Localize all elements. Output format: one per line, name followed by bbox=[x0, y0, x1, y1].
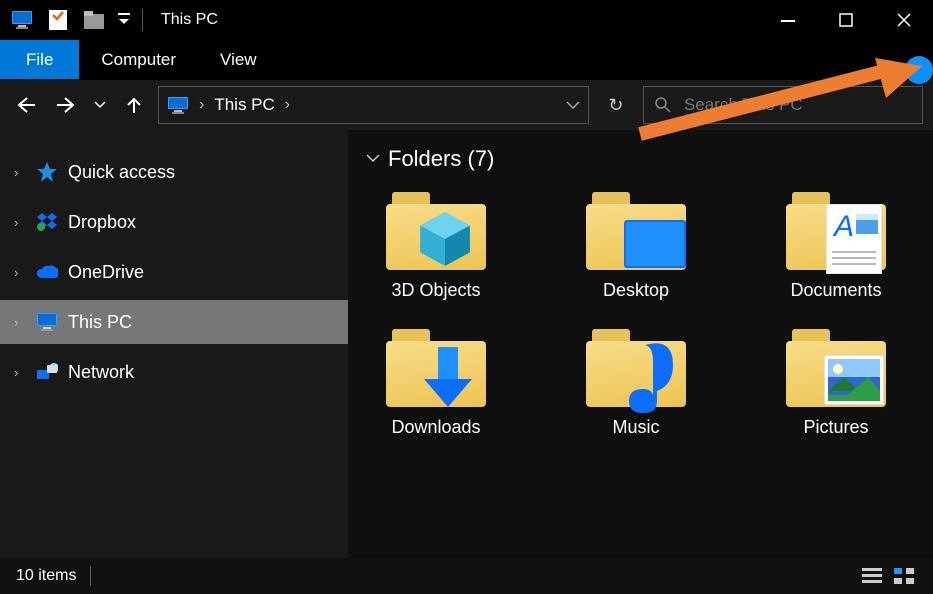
sidebar-item-label: Dropbox bbox=[68, 212, 136, 233]
address-bar[interactable]: › This PC › bbox=[158, 86, 589, 124]
chevron-right-icon: › bbox=[199, 96, 204, 114]
chevron-down-icon bbox=[366, 154, 380, 164]
sidebar-item-network[interactable]: › Network bbox=[0, 350, 348, 394]
tab-computer[interactable]: Computer bbox=[79, 40, 198, 79]
pc-icon bbox=[36, 311, 58, 333]
quick-access-toolbar bbox=[0, 9, 153, 31]
pc-icon bbox=[167, 96, 189, 114]
folder-pictures[interactable]: Pictures bbox=[766, 327, 906, 438]
status-bar: 10 items bbox=[0, 558, 933, 594]
forward-button[interactable] bbox=[50, 89, 82, 121]
maximize-button[interactable] bbox=[817, 0, 875, 40]
folder-label: Documents bbox=[790, 280, 881, 301]
history-dropdown[interactable] bbox=[90, 89, 110, 121]
dropbox-icon bbox=[36, 211, 58, 233]
qat-dropdown-icon[interactable] bbox=[118, 13, 130, 27]
folder-grid: 3D Objects Desktop A Docume bbox=[366, 190, 915, 438]
title-bar: This PC bbox=[0, 0, 933, 40]
details-view-button[interactable] bbox=[859, 565, 885, 587]
folder-icon: A bbox=[786, 190, 886, 270]
separator bbox=[90, 566, 91, 586]
cloud-icon bbox=[36, 261, 58, 283]
chevron-right-icon[interactable]: › bbox=[14, 215, 26, 230]
folder-label: Desktop bbox=[603, 280, 669, 301]
body: › Quick access › Dropbox › OneDrive › Th… bbox=[0, 130, 933, 558]
minimize-button[interactable] bbox=[759, 0, 817, 40]
folder-downloads[interactable]: Downloads bbox=[366, 327, 506, 438]
refresh-button[interactable]: ↻ bbox=[597, 86, 635, 124]
folder-documents[interactable]: A Documents bbox=[766, 190, 906, 301]
chevron-right-icon[interactable]: › bbox=[14, 265, 26, 280]
window-title: This PC bbox=[161, 11, 218, 29]
help-icon[interactable] bbox=[905, 56, 933, 84]
section-header[interactable]: Folders (7) bbox=[366, 146, 915, 172]
chevron-right-icon[interactable]: › bbox=[14, 165, 26, 180]
sidebar-item-label: Quick access bbox=[68, 162, 175, 183]
folder-label: Music bbox=[612, 417, 659, 438]
up-button[interactable] bbox=[118, 89, 150, 121]
back-button[interactable] bbox=[10, 89, 42, 121]
svg-text:A: A bbox=[832, 210, 854, 243]
navigation-bar: › This PC › ↻ bbox=[0, 80, 933, 130]
tab-label: Computer bbox=[101, 50, 176, 70]
navigation-pane: › Quick access › Dropbox › OneDrive › Th… bbox=[0, 130, 348, 558]
folder-label: Pictures bbox=[803, 417, 868, 438]
folder-icon bbox=[586, 190, 686, 270]
address-dropdown-icon[interactable] bbox=[566, 101, 580, 109]
star-icon bbox=[36, 161, 58, 183]
sidebar-item-onedrive[interactable]: › OneDrive bbox=[0, 250, 348, 294]
file-tab[interactable]: File bbox=[0, 40, 79, 79]
file-tab-label: File bbox=[26, 50, 53, 70]
folder-music[interactable]: Music bbox=[566, 327, 706, 438]
folder-label: 3D Objects bbox=[391, 280, 480, 301]
folder-icon bbox=[786, 327, 886, 407]
folder-icon bbox=[386, 190, 486, 270]
separator bbox=[142, 9, 143, 31]
sidebar-item-label: OneDrive bbox=[68, 262, 144, 283]
content-pane: Folders (7) 3D Objects bbox=[348, 130, 933, 558]
chevron-right-icon[interactable]: › bbox=[14, 365, 26, 380]
item-count: 10 items bbox=[16, 567, 76, 585]
folder-icon bbox=[386, 327, 486, 407]
sidebar-item-label: This PC bbox=[68, 312, 132, 333]
sidebar-item-this-pc[interactable]: › This PC bbox=[0, 300, 348, 344]
window-controls bbox=[759, 0, 933, 40]
tab-view[interactable]: View bbox=[198, 40, 279, 79]
folder-icon bbox=[586, 327, 686, 407]
sidebar-item-quick-access[interactable]: › Quick access bbox=[0, 150, 348, 194]
pc-icon bbox=[10, 9, 34, 31]
properties-icon[interactable] bbox=[46, 9, 70, 31]
new-folder-icon[interactable] bbox=[82, 9, 106, 31]
folder-label: Downloads bbox=[391, 417, 480, 438]
ribbon-tabs: File Computer View bbox=[0, 40, 933, 80]
sidebar-item-label: Network bbox=[68, 362, 134, 383]
address-text: This PC bbox=[214, 95, 274, 115]
large-icons-view-button[interactable] bbox=[891, 565, 917, 587]
network-icon bbox=[36, 361, 58, 383]
search-input[interactable] bbox=[682, 94, 912, 116]
chevron-right-icon[interactable]: › bbox=[285, 96, 290, 114]
search-box[interactable] bbox=[643, 86, 923, 124]
close-button[interactable] bbox=[875, 0, 933, 40]
sidebar-item-dropbox[interactable]: › Dropbox bbox=[0, 200, 348, 244]
folder-3d-objects[interactable]: 3D Objects bbox=[366, 190, 506, 301]
search-icon bbox=[654, 96, 672, 114]
chevron-right-icon[interactable]: › bbox=[14, 315, 26, 330]
folder-desktop[interactable]: Desktop bbox=[566, 190, 706, 301]
tab-label: View bbox=[220, 50, 257, 70]
section-title: Folders (7) bbox=[388, 146, 494, 172]
